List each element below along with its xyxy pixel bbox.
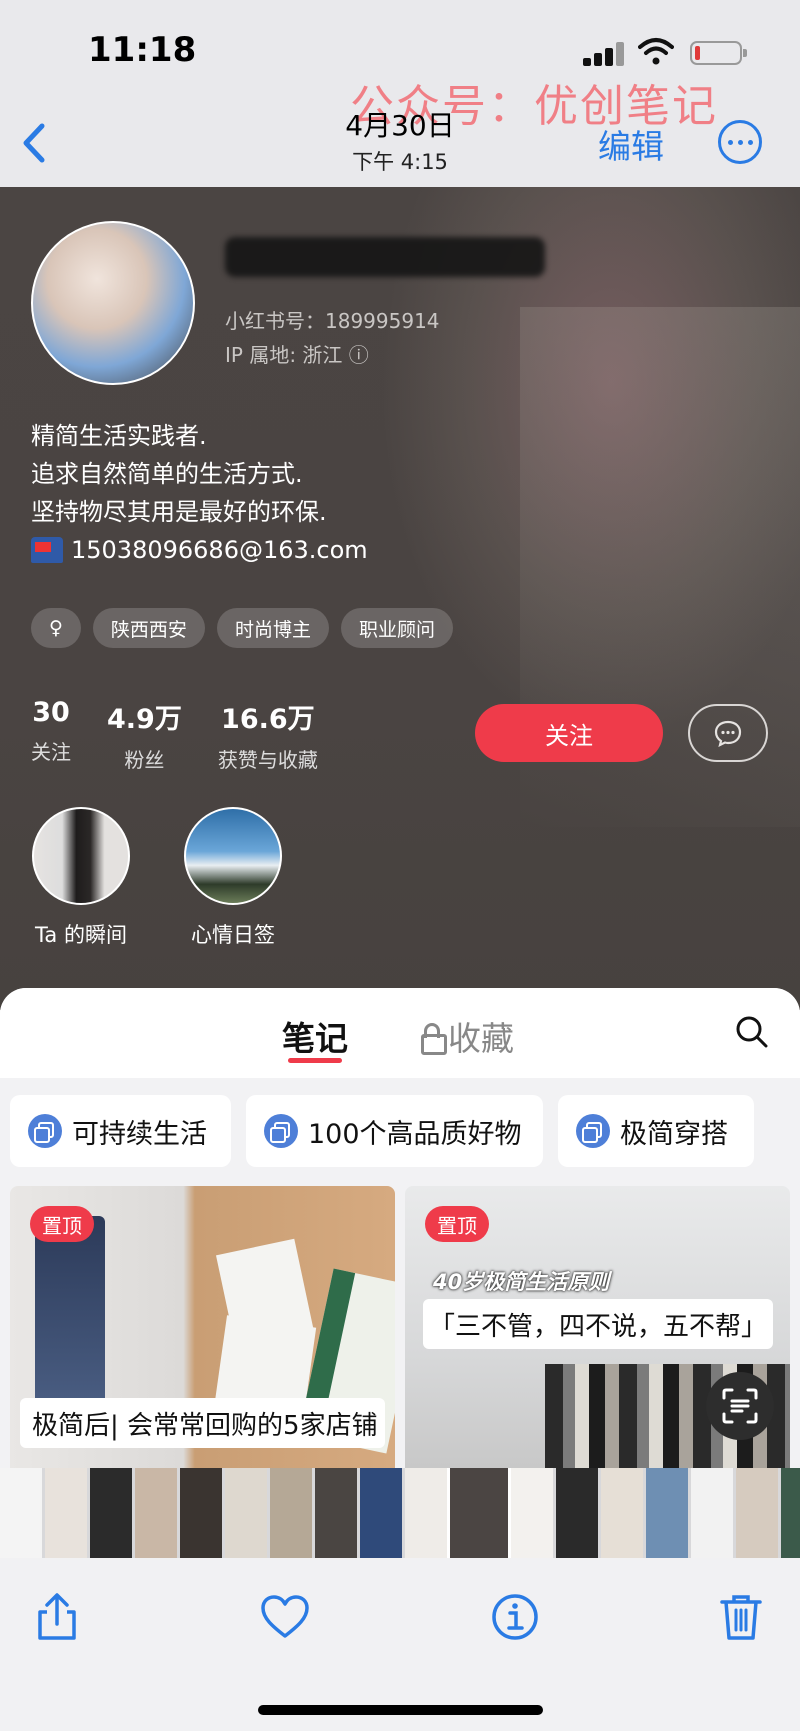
profile-stats: 30 关注 4.9万 粉丝 16.6万 获赞与收藏 — [31, 697, 318, 773]
heart-icon[interactable] — [258, 1590, 312, 1644]
photo-time: 下午 4:15 — [352, 150, 448, 174]
bio-line: 坚持物尽其用是最好的环保. — [31, 498, 327, 526]
pinned-badge: 置顶 — [30, 1206, 94, 1242]
stat-label: 粉丝 — [124, 748, 165, 772]
stat-following[interactable]: 30 关注 — [31, 697, 71, 773]
collection-chip[interactable]: 极简穿搭 — [558, 1095, 754, 1167]
bio: 精简生活实践者. 追求自然简单的生活方式. 坚持物尽其用是最好的环保. 1503… — [31, 417, 368, 569]
share-icon[interactable] — [30, 1590, 84, 1644]
stat-likes-saves[interactable]: 16.6万 获赞与收藏 — [218, 697, 318, 773]
thumbnail[interactable] — [601, 1468, 643, 1558]
thumbnail[interactable] — [45, 1468, 87, 1558]
thumbnail[interactable] — [511, 1468, 553, 1558]
ip-location: IP 属地: 浙江 ⓘ — [225, 343, 369, 367]
highlight-mood[interactable]: 心情日签 — [183, 807, 283, 949]
avatar[interactable] — [31, 221, 195, 385]
email-text: 15038096686@163.com — [71, 536, 368, 564]
thumbnail[interactable] — [556, 1468, 598, 1558]
collections-row: 可持续生活 100个高品质好物 极简穿搭 — [10, 1095, 754, 1167]
status-time: 11:18 — [88, 30, 197, 70]
stat-followers[interactable]: 4.9万 粉丝 — [107, 697, 182, 773]
nickname-redacted — [225, 237, 545, 277]
thumbnail[interactable] — [135, 1468, 177, 1558]
collection-label: 可持续生活 — [72, 1118, 207, 1150]
collection-chip[interactable]: 可持续生活 — [10, 1095, 231, 1167]
collection-label: 100个高品质好物 — [308, 1118, 522, 1150]
collection-label: 极简穿搭 — [620, 1118, 728, 1150]
highlight-label: Ta 的瞬间 — [35, 923, 127, 947]
bio-email-line: 15038096686@163.com — [31, 531, 368, 569]
notes-panel: 笔记 收藏 可持续生活 100个高品质好物 极简穿搭 置顶 极简后| 会常常回购… — [0, 988, 800, 1468]
thumbnail[interactable] — [691, 1468, 733, 1558]
highlights: Ta 的瞬间 心情日签 — [31, 807, 283, 949]
follow-button[interactable]: 关注 — [475, 704, 663, 762]
card-image-jeans — [35, 1216, 105, 1416]
collection-icon — [264, 1114, 298, 1148]
pinned-badge: 置顶 — [425, 1206, 489, 1242]
photo-thumbnail-strip[interactable] — [0, 1468, 800, 1558]
thumbnail[interactable] — [405, 1468, 447, 1558]
wifi-icon — [638, 38, 674, 65]
highlight-cover — [184, 807, 282, 905]
thumbnail[interactable] — [90, 1468, 132, 1558]
lock-icon — [420, 1023, 447, 1055]
thumbnail[interactable] — [0, 1468, 42, 1558]
tab-notes[interactable]: 笔记 — [282, 1012, 348, 1060]
edit-button[interactable]: 编辑 — [598, 120, 664, 168]
thumbnail[interactable] — [781, 1468, 800, 1558]
stat-value: 16.6万 — [221, 704, 315, 735]
card-title: 极简后| 会常常回购的5家店铺 — [20, 1398, 385, 1448]
tag-career: 职业顾问 — [340, 608, 453, 648]
back-chevron-icon[interactable] — [14, 118, 54, 168]
collection-icon — [28, 1114, 62, 1148]
thumbnail[interactable] — [736, 1468, 778, 1558]
thumbnail[interactable] — [180, 1468, 222, 1558]
profile-header: 小红书号：189995914 IP 属地: 浙江 ⓘ 精简生活实践者. 追求自然… — [0, 187, 800, 1010]
stat-label: 获赞与收藏 — [217, 748, 318, 772]
active-tab-indicator — [288, 1058, 342, 1063]
highlight-cover — [32, 807, 130, 905]
collection-chip[interactable]: 100个高品质好物 — [246, 1095, 543, 1167]
thumbnail[interactable] — [225, 1468, 267, 1558]
scan-text-icon[interactable] — [706, 1372, 774, 1440]
card-subtitle: 40岁极简生活原则 — [433, 1270, 610, 1294]
mailbox-icon — [31, 537, 63, 563]
battery-icon — [690, 41, 747, 65]
thumbnail[interactable] — [360, 1468, 402, 1558]
message-button[interactable] — [688, 704, 768, 762]
stat-value: 4.9万 — [107, 704, 182, 735]
home-indicator — [258, 1705, 543, 1715]
collection-icon — [576, 1114, 610, 1148]
highlight-moments[interactable]: Ta 的瞬间 — [31, 807, 131, 949]
thumbnail-selected[interactable] — [447, 1468, 511, 1558]
thumbnail[interactable] — [270, 1468, 312, 1558]
thumbnail[interactable] — [646, 1468, 688, 1558]
chat-icon — [714, 720, 742, 747]
tag-role: 时尚博主 — [216, 608, 329, 648]
stat-value: 30 — [32, 697, 70, 728]
trash-icon[interactable] — [714, 1590, 768, 1644]
bio-line: 精简生活实践者. — [31, 422, 207, 450]
rednote-id: 小红书号：189995914 — [225, 309, 440, 333]
tab-favorites-label: 收藏 — [448, 1019, 514, 1058]
tab-bar: 笔记 收藏 — [0, 988, 800, 1078]
highlight-label: 心情日签 — [191, 923, 275, 947]
thumbnail[interactable] — [315, 1468, 357, 1558]
tab-favorites[interactable]: 收藏 — [420, 1012, 514, 1060]
photo-date: 4月30日 — [345, 109, 455, 142]
info-icon[interactable] — [488, 1590, 542, 1644]
profile-tags: ♀ 陕西西安 时尚博主 职业顾问 — [31, 608, 453, 648]
cellular-signal-icon — [583, 42, 625, 66]
note-card[interactable]: 置顶 极简后| 会常常回购的5家店铺 — [10, 1186, 395, 1468]
bio-line: 追求自然简单的生活方式. — [31, 460, 303, 488]
photo-toolbar — [0, 1558, 800, 1731]
search-icon[interactable] — [734, 1014, 770, 1050]
more-icon[interactable] — [718, 120, 762, 164]
card-title: 「三不管，四不说，五不帮」 — [423, 1299, 773, 1349]
tag-location: 陕西西安 — [92, 608, 205, 648]
tag-gender: ♀ — [31, 608, 81, 648]
stat-label: 关注 — [31, 740, 71, 764]
